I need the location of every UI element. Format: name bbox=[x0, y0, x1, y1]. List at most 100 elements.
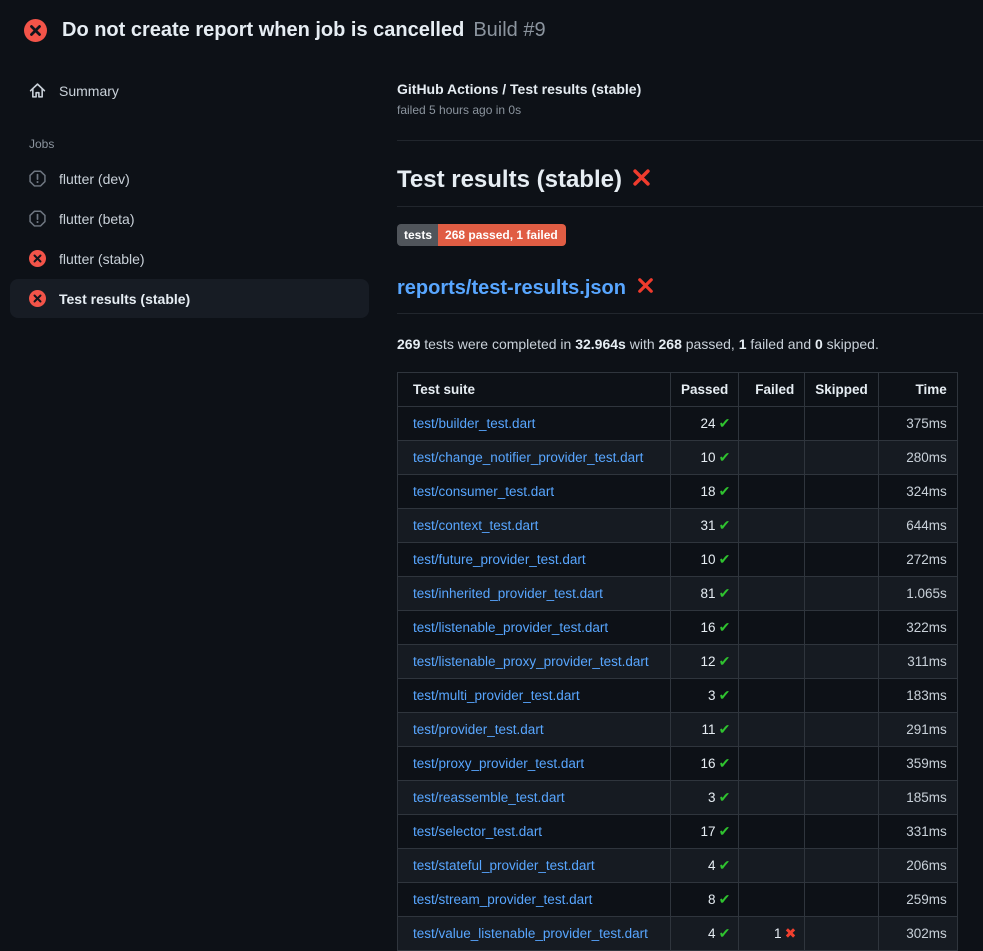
check-icon: ✔ bbox=[719, 585, 731, 601]
suite-link[interactable]: test/listenable_provider_test.dart bbox=[413, 620, 608, 635]
skipped-cell bbox=[805, 645, 879, 679]
check-icon: ✔ bbox=[719, 789, 731, 805]
check-icon: ✔ bbox=[719, 653, 731, 669]
passed-cell: 24✔ bbox=[671, 407, 739, 441]
check-icon: ✔ bbox=[719, 721, 731, 737]
suite-link[interactable]: test/change_notifier_provider_test.dart bbox=[413, 450, 643, 465]
suite-link[interactable]: test/listenable_proxy_provider_test.dart bbox=[413, 654, 649, 669]
total-count: 269 bbox=[397, 336, 420, 352]
section-title: Test results (stable) bbox=[397, 166, 983, 207]
check-icon: ✔ bbox=[719, 415, 731, 431]
skipped-cell bbox=[805, 781, 879, 815]
suite-link[interactable]: test/stateful_provider_test.dart bbox=[413, 858, 595, 873]
suite-link[interactable]: test/future_provider_test.dart bbox=[413, 552, 586, 567]
passed-cell: 10✔ bbox=[671, 441, 739, 475]
time-cell: 302ms bbox=[878, 917, 957, 951]
table-header-row: Test suite Passed Failed Skipped Time bbox=[398, 373, 958, 407]
table-row: test/listenable_proxy_provider_test.dart… bbox=[398, 645, 958, 679]
skipped-cell bbox=[805, 543, 879, 577]
tests-badge: tests 268 passed, 1 failed bbox=[397, 224, 566, 246]
table-row: test/stream_provider_test.dart 8✔ 259ms bbox=[398, 883, 958, 917]
failed-cell bbox=[739, 475, 805, 509]
page-header: Do not create report when job is cancell… bbox=[0, 0, 983, 57]
col-header-skipped: Skipped bbox=[805, 373, 879, 407]
suite-link[interactable]: test/multi_provider_test.dart bbox=[413, 688, 580, 703]
time-cell: 311ms bbox=[878, 645, 957, 679]
passed-cell: 17✔ bbox=[671, 815, 739, 849]
suite-link[interactable]: test/provider_test.dart bbox=[413, 722, 544, 737]
passed-cell: 81✔ bbox=[671, 577, 739, 611]
check-icon: ✔ bbox=[719, 687, 731, 703]
skipped-count: 0 bbox=[815, 336, 823, 352]
skipped-cell bbox=[805, 917, 879, 951]
skipped-cell bbox=[805, 407, 879, 441]
table-row: test/inherited_provider_test.dart 81✔ 1.… bbox=[398, 577, 958, 611]
passed-cell: 18✔ bbox=[671, 475, 739, 509]
sidebar-item-flutter-dev[interactable]: flutter (dev) bbox=[10, 159, 369, 198]
suite-link[interactable]: test/value_listenable_provider_test.dart bbox=[413, 926, 648, 941]
failed-cell bbox=[739, 815, 805, 849]
cancelled-status-icon bbox=[29, 170, 46, 187]
col-header-time: Time bbox=[878, 373, 957, 407]
failed-cell bbox=[739, 509, 805, 543]
badge-value: 268 passed, 1 failed bbox=[438, 224, 566, 246]
sidebar-item-summary[interactable]: Summary bbox=[10, 71, 369, 110]
failed-cell bbox=[739, 883, 805, 917]
suite-link[interactable]: test/proxy_provider_test.dart bbox=[413, 756, 584, 771]
time-cell: 259ms bbox=[878, 883, 957, 917]
time-cell: 322ms bbox=[878, 611, 957, 645]
suite-link[interactable]: test/inherited_provider_test.dart bbox=[413, 586, 603, 601]
skipped-cell bbox=[805, 611, 879, 645]
sidebar-item-label: Test results (stable) bbox=[59, 291, 190, 307]
report-title: reports/test-results.json bbox=[397, 277, 983, 314]
suite-link[interactable]: test/context_test.dart bbox=[413, 518, 538, 533]
skipped-cell bbox=[805, 577, 879, 611]
sidebar-item-flutter-stable[interactable]: flutter (stable) bbox=[10, 239, 369, 278]
passed-cell: 10✔ bbox=[671, 543, 739, 577]
table-row: test/builder_test.dart 24✔ 375ms bbox=[398, 407, 958, 441]
failed-status-icon bbox=[29, 250, 46, 267]
suite-link[interactable]: test/builder_test.dart bbox=[413, 416, 535, 431]
check-icon: ✔ bbox=[719, 755, 731, 771]
skipped-cell bbox=[805, 679, 879, 713]
breadcrumb: GitHub Actions / Test results (stable) bbox=[397, 81, 983, 97]
failed-status-icon bbox=[29, 290, 46, 307]
failed-cell bbox=[739, 679, 805, 713]
table-row: test/proxy_provider_test.dart 16✔ 359ms bbox=[398, 747, 958, 781]
suite-link[interactable]: test/stream_provider_test.dart bbox=[413, 892, 592, 907]
report-link[interactable]: reports/test-results.json bbox=[397, 277, 626, 300]
passed-cell: 16✔ bbox=[671, 747, 739, 781]
check-icon: ✔ bbox=[719, 483, 731, 499]
check-icon: ✔ bbox=[719, 517, 731, 533]
time-cell: 1.065s bbox=[878, 577, 957, 611]
sidebar: Summary Jobs flutter (dev) flutter (beta… bbox=[0, 57, 397, 319]
table-row: test/selector_test.dart 17✔ 331ms bbox=[398, 815, 958, 849]
table-row: test/reassemble_test.dart 3✔ 185ms bbox=[398, 781, 958, 815]
skipped-cell bbox=[805, 883, 879, 917]
table-row: test/future_provider_test.dart 10✔ 272ms bbox=[398, 543, 958, 577]
main-content: GitHub Actions / Test results (stable) f… bbox=[397, 57, 983, 951]
suite-link[interactable]: test/consumer_test.dart bbox=[413, 484, 554, 499]
col-header-failed: Failed bbox=[739, 373, 805, 407]
sidebar-item-label: Summary bbox=[59, 83, 119, 99]
failed-cell bbox=[739, 645, 805, 679]
failed-cell bbox=[739, 543, 805, 577]
suite-link[interactable]: test/reassemble_test.dart bbox=[413, 790, 565, 805]
failed-cell bbox=[739, 611, 805, 645]
suite-link[interactable]: test/selector_test.dart bbox=[413, 824, 542, 839]
cancelled-status-icon bbox=[29, 210, 46, 227]
sidebar-item-test-results-stable[interactable]: Test results (stable) bbox=[10, 279, 369, 318]
check-icon: ✔ bbox=[719, 891, 731, 907]
skipped-cell bbox=[805, 441, 879, 475]
skipped-cell bbox=[805, 747, 879, 781]
check-icon: ✔ bbox=[719, 551, 731, 567]
failed-x-icon bbox=[632, 166, 651, 194]
passed-count: 268 bbox=[659, 336, 682, 352]
skipped-cell bbox=[805, 849, 879, 883]
sidebar-item-flutter-beta[interactable]: flutter (beta) bbox=[10, 199, 369, 238]
skipped-cell bbox=[805, 815, 879, 849]
test-results-table: Test suite Passed Failed Skipped Time te… bbox=[397, 372, 958, 951]
sidebar-item-label: flutter (beta) bbox=[59, 211, 134, 227]
passed-cell: 31✔ bbox=[671, 509, 739, 543]
passed-cell: 4✔ bbox=[671, 917, 739, 951]
